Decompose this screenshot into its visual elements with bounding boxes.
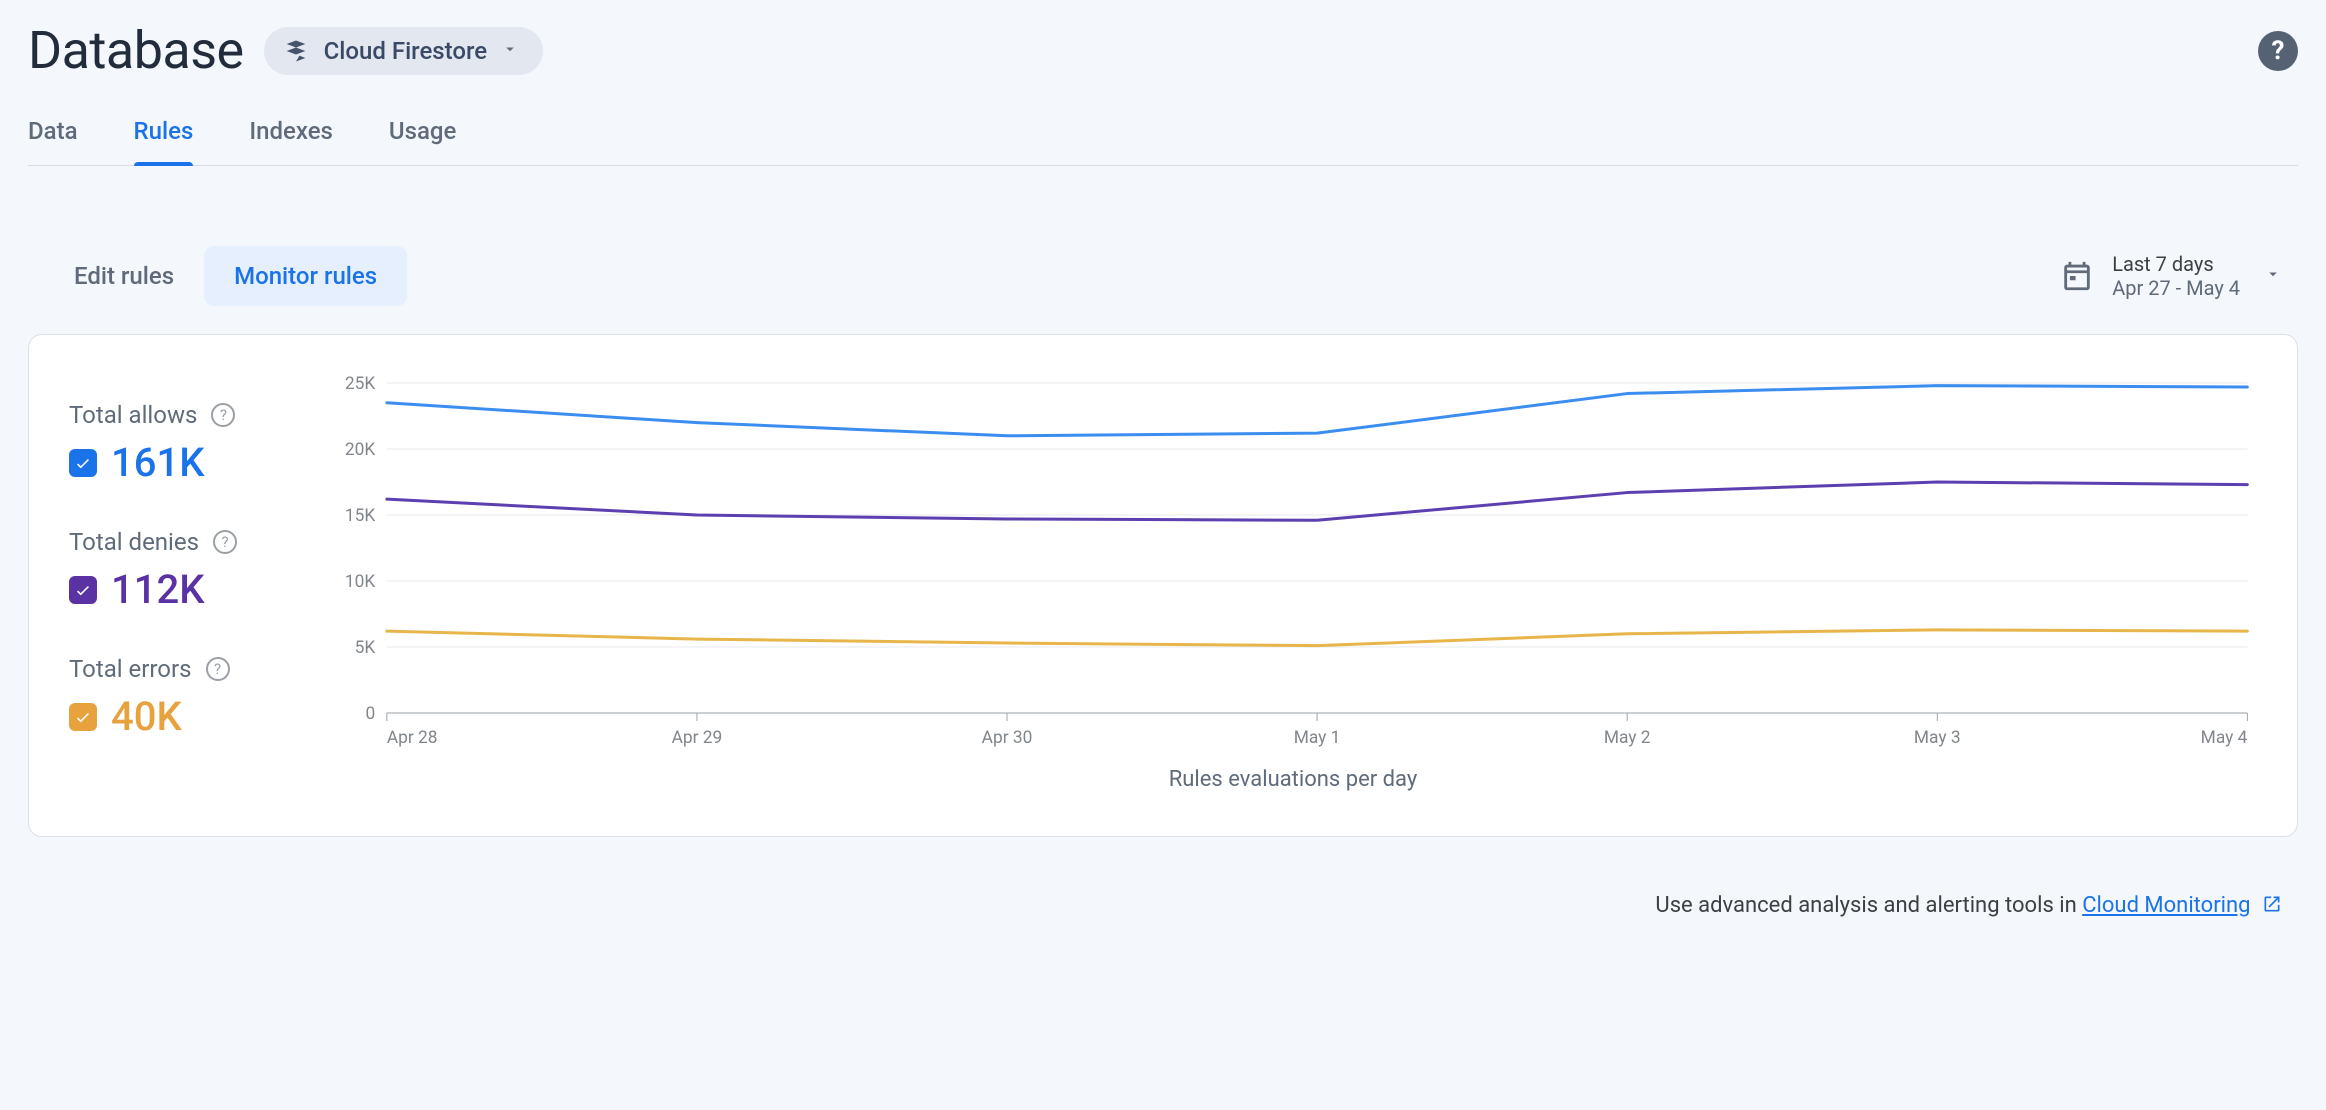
date-range-label: Last 7 days [2112,252,2240,276]
date-range-picker[interactable]: Last 7 days Apr 27 - May 4 [2060,252,2282,300]
tab-indexes[interactable]: Indexes [249,109,333,165]
svg-text:May 2: May 2 [1604,728,1651,748]
svg-text:May 1: May 1 [1294,728,1341,748]
svg-text:May 4: May 4 [2201,728,2248,748]
legend-errors-toggle[interactable] [69,703,97,731]
chart-x-label: Rules evaluations per day [329,767,2257,792]
tab-data[interactable]: Data [28,109,78,165]
svg-text:25K: 25K [345,374,376,394]
svg-text:10K: 10K [345,572,376,592]
chevron-down-icon [501,40,519,62]
svg-text:5K: 5K [355,638,377,658]
svg-text:May 3: May 3 [1914,728,1961,748]
rules-chart-card: Total allows ? 161K Total denies ? 112K [28,334,2298,837]
tabs: Data Rules Indexes Usage [28,109,2298,166]
legend-errors-value: 40K [111,693,182,740]
legend-allows-value: 161K [111,439,204,486]
tab-rules[interactable]: Rules [134,109,194,165]
svg-text:15K: 15K [345,506,376,526]
help-icon[interactable]: ? [213,530,237,554]
subtab-monitor-rules[interactable]: Monitor rules [204,246,407,306]
external-link-icon [2262,894,2282,920]
tab-usage[interactable]: Usage [389,109,456,165]
svg-text:Apr 29: Apr 29 [672,728,723,748]
legend-allows: Total allows ? 161K [69,401,289,486]
chevron-down-icon [2264,265,2282,287]
legend-denies-title: Total denies [69,528,199,556]
legend-errors-title: Total errors [69,655,192,683]
legend-allows-title: Total allows [69,401,197,429]
svg-text:Apr 28: Apr 28 [387,728,438,748]
legend-denies-value: 112K [111,566,204,613]
subtab-edit-rules[interactable]: Edit rules [44,246,204,306]
date-range-dates: Apr 27 - May 4 [2112,276,2240,300]
svg-text:0: 0 [366,704,376,724]
firestore-icon [282,37,310,65]
calendar-icon [2060,259,2094,293]
svg-text:20K: 20K [345,440,376,460]
legend-denies-toggle[interactable] [69,576,97,604]
database-selector-label: Cloud Firestore [324,37,488,65]
legend-allows-toggle[interactable] [69,449,97,477]
footer-prefix: Use advanced analysis and alerting tools… [1655,893,2082,918]
database-selector[interactable]: Cloud Firestore [264,27,544,75]
rules-line-chart: 0 5K 10K 15K 20K 25K Apr 28 Apr 29 Apr 30 May 1 Ma… [329,373,2257,753]
chart-legend: Total allows ? 161K Total denies ? 112K [69,373,289,792]
footer-hint: Use advanced analysis and alerting tools… [28,893,2298,920]
help-icon[interactable]: ? [206,657,230,681]
help-icon[interactable]: ? [211,403,235,427]
legend-denies: Total denies ? 112K [69,528,289,613]
svg-text:Apr 30: Apr 30 [982,728,1033,748]
page-title: Database [28,20,244,81]
cloud-monitoring-link[interactable]: Cloud Monitoring [2082,893,2250,918]
help-icon[interactable]: ? [2258,31,2298,71]
legend-errors: Total errors ? 40K [69,655,289,740]
